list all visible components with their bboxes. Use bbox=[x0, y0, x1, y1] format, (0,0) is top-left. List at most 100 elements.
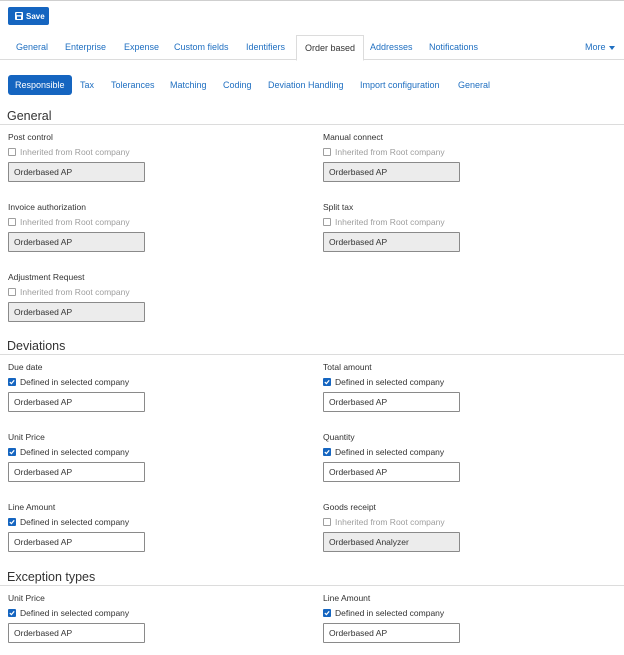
responsible-select: Orderbased AP bbox=[8, 232, 145, 252]
checkbox-label: Defined in selected company bbox=[20, 516, 130, 527]
responsible-select[interactable]: Orderbased AP bbox=[8, 623, 145, 643]
more-label: More bbox=[585, 42, 606, 52]
field-label: Split tax bbox=[323, 202, 354, 212]
subtab-coding[interactable]: Coding bbox=[223, 75, 252, 95]
field-invoice-authorization: Invoice authorization Inherited from Root… bbox=[8, 202, 208, 252]
field-label: Unit Price bbox=[8, 593, 45, 603]
save-icon bbox=[15, 12, 23, 20]
subtab-general[interactable]: General bbox=[458, 75, 490, 95]
checkbox-unchecked[interactable] bbox=[323, 217, 331, 226]
tab-identifiers[interactable]: Identifiers bbox=[246, 35, 285, 60]
checkbox-label: Defined in selected company bbox=[335, 376, 445, 387]
responsible-select: Orderbased Analyzer bbox=[323, 532, 460, 552]
more-menu[interactable]: More bbox=[585, 35, 615, 60]
field-line-amount: Line Amount Defined in selected company Or… bbox=[8, 502, 208, 552]
field-label: Line Amount bbox=[323, 593, 371, 603]
tab-custom-fields[interactable]: Custom fields bbox=[174, 35, 229, 60]
save-button[interactable]: Save bbox=[8, 7, 49, 25]
tab-addresses[interactable]: Addresses bbox=[370, 35, 413, 60]
checkbox-label: Defined in selected company bbox=[335, 607, 445, 618]
subtab-tolerances[interactable]: Tolerances bbox=[111, 75, 155, 95]
checkbox-unchecked[interactable] bbox=[8, 217, 16, 226]
checkbox-label: Inherited from Root company bbox=[335, 216, 445, 227]
inherit-checkbox-row[interactable]: Inherited from Root company bbox=[323, 216, 523, 227]
inherit-checkbox-row[interactable]: Defined in selected company bbox=[323, 607, 523, 618]
inherit-checkbox-row[interactable]: Defined in selected company bbox=[8, 516, 208, 527]
responsible-select: Orderbased AP bbox=[323, 162, 460, 182]
checkbox-checked[interactable] bbox=[8, 377, 16, 386]
field-unit-price: Unit Price Defined in selected company Ord… bbox=[8, 432, 208, 482]
subtab-responsible[interactable]: Responsible bbox=[8, 75, 72, 95]
section-divider bbox=[0, 585, 624, 586]
main-tabs: General Enterprise Expense Custom fields… bbox=[0, 35, 624, 61]
checkbox-checked[interactable] bbox=[8, 447, 16, 456]
subtab-matching[interactable]: Matching bbox=[170, 75, 207, 95]
checkbox-label: Inherited from Root company bbox=[20, 146, 130, 157]
section-divider bbox=[0, 354, 624, 355]
checkbox-label: Inherited from Root company bbox=[335, 146, 445, 157]
checkbox-unchecked[interactable] bbox=[8, 147, 16, 156]
field-split-tax: Split tax Inherited from Root company Orde… bbox=[323, 202, 523, 252]
checkbox-unchecked[interactable] bbox=[8, 287, 16, 296]
inherit-checkbox-row[interactable]: Inherited from Root company bbox=[8, 146, 208, 157]
checkbox-checked[interactable] bbox=[323, 377, 331, 386]
responsible-select: Orderbased AP bbox=[323, 232, 460, 252]
inherit-checkbox-row[interactable]: Inherited from Root company bbox=[8, 286, 208, 297]
responsible-select[interactable]: Orderbased AP bbox=[8, 462, 145, 482]
inherit-checkbox-row[interactable]: Inherited from Root company bbox=[323, 146, 523, 157]
tab-general[interactable]: General bbox=[16, 35, 48, 60]
tab-notifications[interactable]: Notifications bbox=[429, 35, 478, 60]
inherit-checkbox-row[interactable]: Defined in selected company bbox=[323, 376, 523, 387]
field-label: Invoice authorization bbox=[8, 202, 86, 212]
field-label: Line Amount bbox=[8, 502, 56, 512]
responsible-select: Orderbased AP bbox=[8, 302, 145, 322]
checkmark-icon bbox=[9, 379, 15, 384]
checkbox-checked[interactable] bbox=[8, 517, 16, 526]
field-manual-connect: Manual connect Inherited from Root compan… bbox=[323, 132, 523, 182]
checkmark-icon bbox=[9, 519, 15, 524]
field-label: Post control bbox=[8, 132, 53, 142]
section-title-deviations: Deviations bbox=[7, 339, 66, 353]
checkbox-checked[interactable] bbox=[323, 447, 331, 456]
field-adjustment-request: Adjustment Request Inherited from Root co… bbox=[8, 272, 208, 322]
subtab-tax[interactable]: Tax bbox=[80, 75, 94, 95]
sub-tabs: Responsible Tax Tolerances Matching Codi… bbox=[0, 75, 624, 95]
checkbox-label: Defined in selected company bbox=[20, 446, 130, 457]
checkbox-label: Defined in selected company bbox=[20, 376, 130, 387]
checkbox-checked[interactable] bbox=[8, 608, 16, 617]
checkmark-icon bbox=[324, 449, 330, 454]
field-label: Total amount bbox=[323, 362, 372, 372]
responsible-select[interactable]: Orderbased AP bbox=[8, 392, 145, 412]
responsible-select[interactable]: Orderbased AP bbox=[8, 532, 145, 552]
field-label: Goods receipt bbox=[323, 502, 376, 512]
field-exception-line-amount: Line Amount Defined in selected company Or… bbox=[323, 593, 523, 643]
responsible-select[interactable]: Orderbased AP bbox=[323, 392, 460, 412]
field-total-amount: Total amount Defined in selected company O… bbox=[323, 362, 523, 412]
checkbox-label: Inherited from Root company bbox=[335, 516, 445, 527]
checkmark-icon bbox=[324, 379, 330, 384]
checkmark-icon bbox=[324, 610, 330, 615]
tab-enterprise[interactable]: Enterprise bbox=[65, 35, 106, 60]
subtab-deviation-handling[interactable]: Deviation Handling bbox=[268, 75, 344, 95]
checkbox-label: Defined in selected company bbox=[20, 607, 130, 618]
tab-expense[interactable]: Expense bbox=[124, 35, 159, 60]
inherit-checkbox-row[interactable]: Defined in selected company bbox=[8, 446, 208, 457]
inherit-checkbox-row[interactable]: Defined in selected company bbox=[323, 446, 523, 457]
inherit-checkbox-row[interactable]: Defined in selected company bbox=[8, 607, 208, 618]
section-title-exception-types: Exception types bbox=[7, 570, 96, 584]
section-divider bbox=[0, 124, 624, 125]
field-goods-receipt: Goods receipt Inherited from Root company… bbox=[323, 502, 523, 552]
inherit-checkbox-row[interactable]: Inherited from Root company bbox=[8, 216, 208, 227]
inherit-checkbox-row[interactable]: Inherited from Root company bbox=[323, 516, 523, 527]
tab-order-based[interactable]: Order based bbox=[296, 35, 365, 61]
checkbox-checked[interactable] bbox=[323, 608, 331, 617]
subtab-import-configuration[interactable]: Import configuration bbox=[360, 75, 440, 95]
responsible-select[interactable]: Orderbased AP bbox=[323, 623, 460, 643]
checkbox-unchecked[interactable] bbox=[323, 517, 331, 526]
checkbox-unchecked[interactable] bbox=[323, 147, 331, 156]
inherit-checkbox-row[interactable]: Defined in selected company bbox=[8, 376, 208, 387]
field-quantity: Quantity Defined in selected company Order… bbox=[323, 432, 523, 482]
checkbox-label: Inherited from Root company bbox=[20, 216, 130, 227]
responsible-select[interactable]: Orderbased AP bbox=[323, 462, 460, 482]
checkbox-label: Defined in selected company bbox=[335, 446, 445, 457]
